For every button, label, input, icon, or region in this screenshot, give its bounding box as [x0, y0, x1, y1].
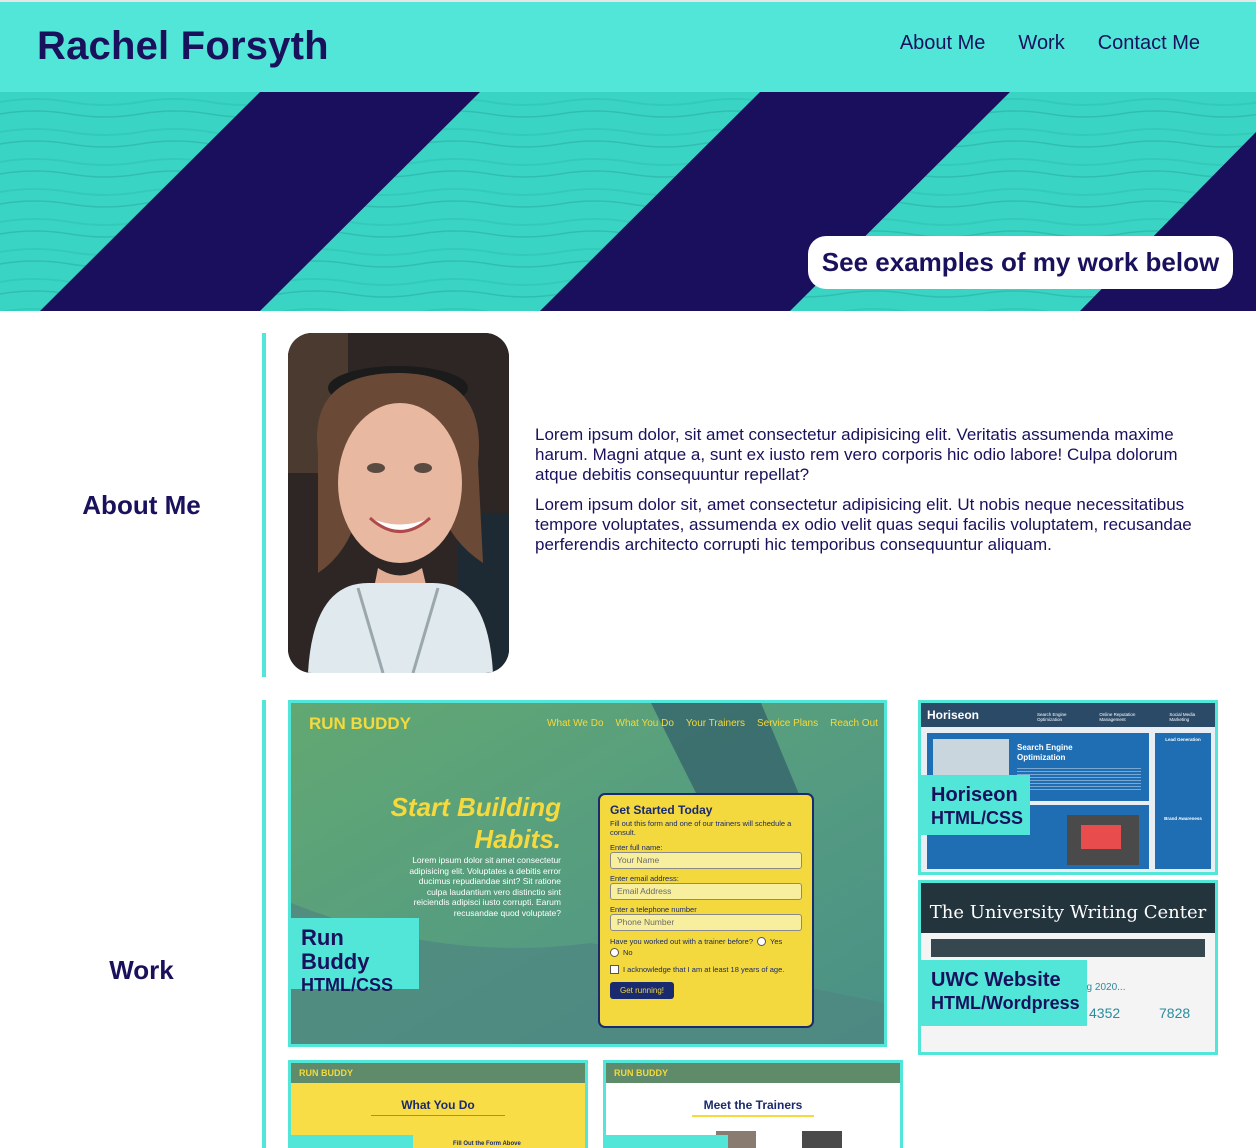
- about-heading: About Me: [82, 490, 201, 520]
- run-buddy-blurb: Lorem ipsum dolor sit amet consectetur a…: [409, 855, 561, 918]
- hero-cta: See examples of my work below: [808, 236, 1233, 289]
- project-card-uwc[interactable]: The University Writing Center ng 2020...…: [918, 880, 1218, 1055]
- run-buddy-nav: What We Do What You Do Your Trainers Ser…: [547, 718, 878, 729]
- ack-label: I acknowledge that I am at least 18 year…: [623, 965, 785, 974]
- project-label: UWC Website HTML/Wordpress: [921, 960, 1087, 1026]
- run-buddy-brand: RUN BUDDY: [309, 714, 411, 733]
- project-card-run-buddy-trainers[interactable]: RUN BUDDY Meet the Trainers: [603, 1060, 903, 1148]
- project-tech: HTML/CSS: [301, 975, 393, 995]
- form-field-label: Enter email address:: [610, 874, 679, 883]
- nav-link-contact[interactable]: Contact Me: [1098, 32, 1200, 55]
- work-heading: Work: [109, 955, 174, 985]
- horiseon-nav-item: Social Media Marketing: [1169, 712, 1196, 722]
- run-buddy-nav-item: What We Do: [547, 718, 604, 729]
- run-buddy-nav-item: Your Trainers: [685, 718, 745, 729]
- horiseon-nav-item: Search Engine Optimization: [1037, 712, 1067, 722]
- run-buddy-headline: Habits.: [474, 824, 561, 854]
- main-nav: About Me Work Contact Me: [900, 32, 1200, 55]
- form-input-email[interactable]: Email Address: [610, 883, 802, 900]
- uwc-banner: The University Writing Center: [929, 902, 1207, 923]
- run-buddy-nav-item: Reach Out: [830, 718, 878, 729]
- radio-yes[interactable]: [757, 937, 766, 946]
- form-field-label: Enter a telephone number: [610, 905, 697, 914]
- project-tech: HTML/CSS: [931, 808, 1023, 828]
- about-divider: [262, 333, 266, 677]
- radio-no-label: No: [623, 948, 633, 957]
- form-intro: Fill out this form and one of our traine…: [610, 819, 792, 837]
- project-card-horiseon[interactable]: Horiseon Search Engine Optimization Onli…: [918, 700, 1218, 875]
- about-paragraph: Lorem ipsum dolor, sit amet consectetur …: [535, 425, 1178, 484]
- form-title: Get Started Today: [610, 803, 713, 817]
- project-card-run-buddy-what-you-do[interactable]: RUN BUDDY What You Do Fill Out the Form …: [288, 1060, 588, 1148]
- project-card-run-buddy[interactable]: RUN BUDDY What We Do What You Do Your Tr…: [288, 700, 887, 1047]
- project-label: Horiseon HTML/CSS: [921, 775, 1030, 835]
- get-running-button[interactable]: Get running!: [610, 982, 675, 999]
- form-question: Have you worked out with a trainer befor…: [610, 937, 753, 946]
- project-tech: HTML/Wordpress: [931, 993, 1080, 1013]
- profile-photo: [288, 333, 509, 673]
- small-card-brand: RUN BUDDY: [614, 1068, 668, 1078]
- site-header: Rachel Forsyth About Me Work Contact Me: [0, 0, 1256, 92]
- about-paragraph: Lorem ipsum dolor sit, amet consectetur …: [535, 495, 1192, 554]
- project-title: Run Buddy: [301, 925, 370, 974]
- uwc-year: ng 2020...: [1081, 982, 1126, 993]
- small-card-brand: RUN BUDDY: [299, 1068, 353, 1078]
- form-input-name[interactable]: Your Name: [610, 852, 802, 869]
- hero-banner: See examples of my work below: [0, 92, 1256, 311]
- run-buddy-nav-item: Service Plans: [756, 718, 819, 729]
- run-buddy-form: Get Started Today Fill out this form and…: [598, 793, 814, 1028]
- nav-link-about[interactable]: About Me: [900, 32, 986, 55]
- small-card-heading: What You Do: [401, 1098, 475, 1112]
- horiseon-nav-item: Online Reputation Management: [1099, 712, 1136, 722]
- about-text: Lorem ipsum dolor, sit amet consectetur …: [535, 425, 1215, 565]
- horiseon-side-title: Brand Awareness: [1164, 816, 1202, 821]
- radio-no[interactable]: [610, 948, 619, 957]
- uwc-stat: 7828: [1159, 1005, 1191, 1021]
- ack-checkbox[interactable]: [610, 965, 619, 974]
- site-title: Rachel Forsyth: [37, 24, 329, 68]
- project-title: Horiseon: [931, 784, 1018, 806]
- form-field-label: Enter full name:: [610, 843, 663, 852]
- horiseon-side-title: Lead Generation: [1165, 737, 1201, 742]
- horiseon-brand: Horiseon: [927, 708, 980, 722]
- small-card-heading: Meet the Trainers: [703, 1098, 803, 1112]
- work-divider: [262, 700, 266, 1148]
- form-input-phone[interactable]: Phone Number: [610, 914, 802, 931]
- nav-link-work[interactable]: Work: [1018, 32, 1064, 55]
- run-buddy-headline: Start Building: [390, 792, 561, 822]
- horiseon-tile-title: Search Engine Optimization: [1017, 743, 1073, 762]
- small-card-caption: Fill Out the Form Above: [453, 1141, 521, 1147]
- project-title: UWC Website: [931, 969, 1061, 991]
- uwc-stat: 4352: [1089, 1005, 1121, 1021]
- project-label: Run Buddy HTML/CSS: [291, 918, 419, 995]
- radio-yes-label: Yes: [770, 937, 783, 946]
- run-buddy-nav-item: What You Do: [615, 718, 674, 729]
